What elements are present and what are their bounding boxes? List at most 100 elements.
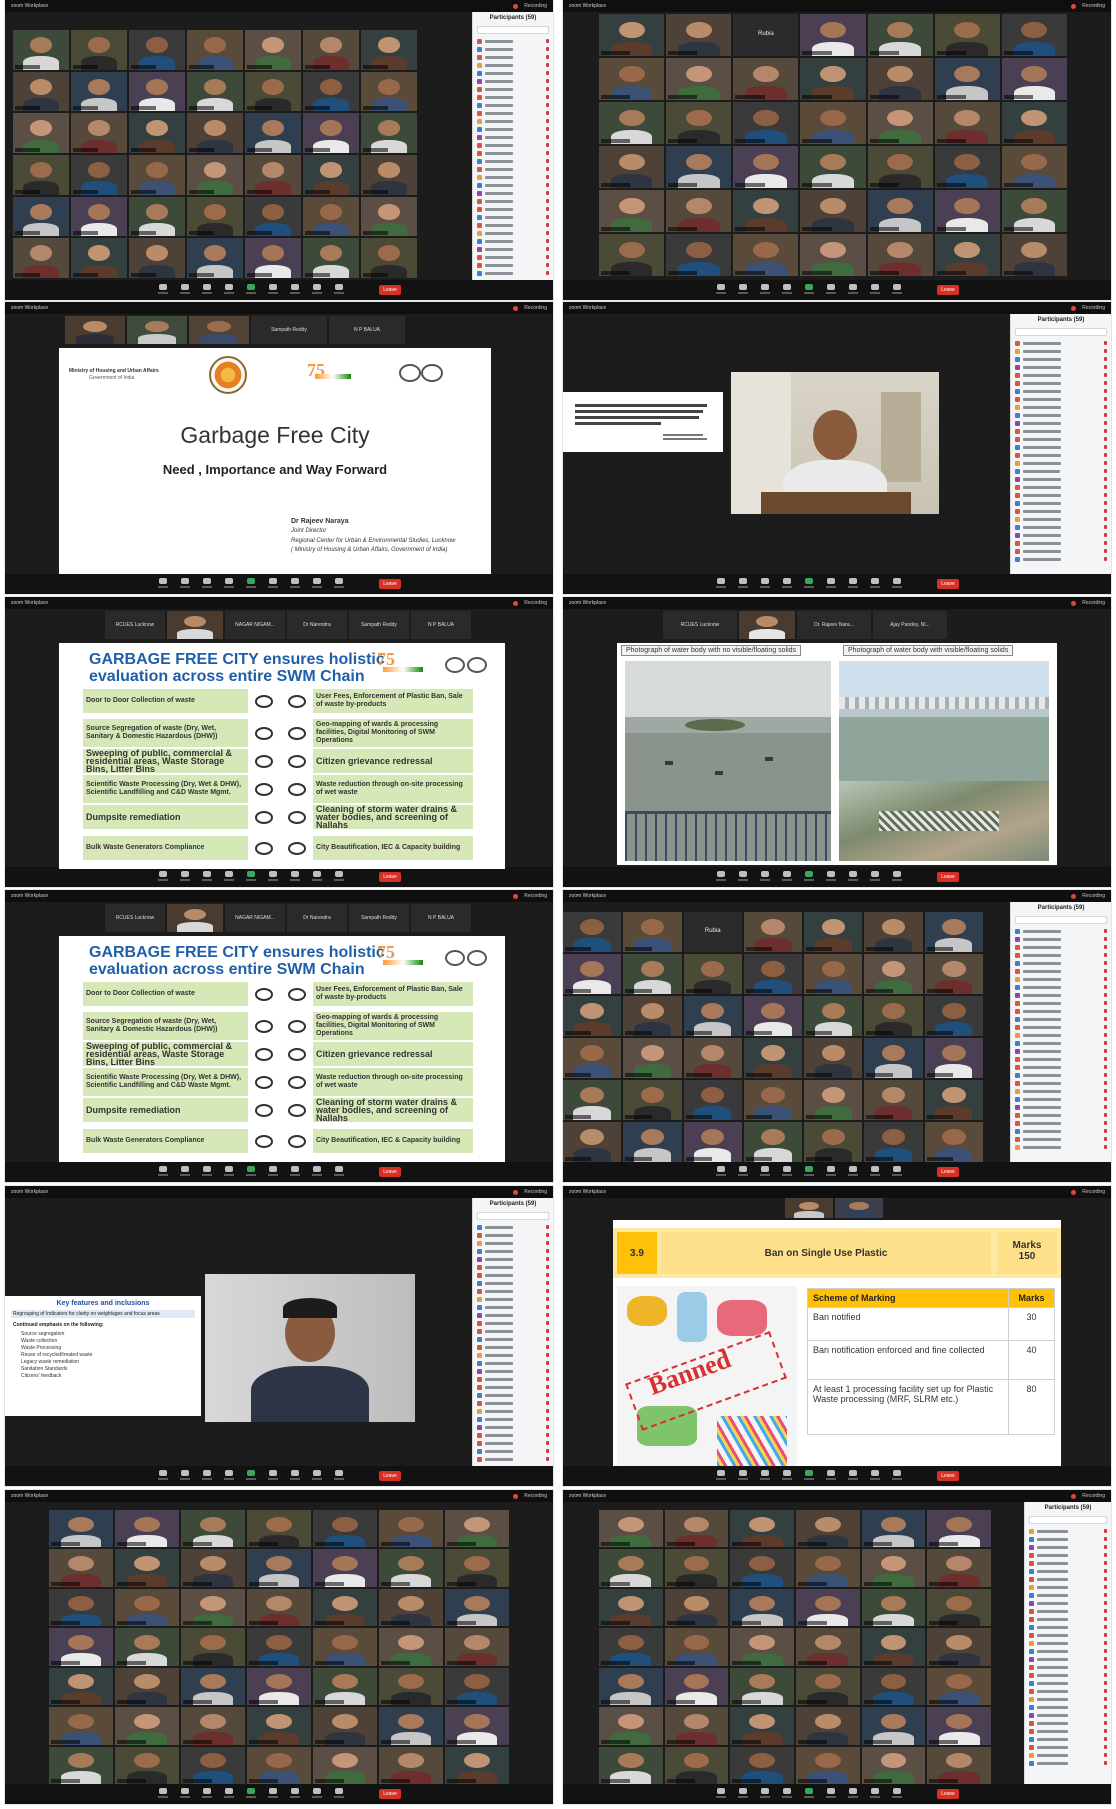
- participant-video-tile[interactable]: [733, 234, 799, 276]
- participant-video-tile[interactable]: [379, 1707, 443, 1745]
- participant-row[interactable]: [1011, 943, 1111, 951]
- participant-video-tile[interactable]: [187, 71, 243, 112]
- leave-button[interactable]: Leave: [937, 1471, 959, 1481]
- participant-row[interactable]: [1025, 1727, 1111, 1735]
- participant-video-tile[interactable]: [927, 1628, 991, 1666]
- participant-video-tile[interactable]: [563, 954, 622, 994]
- participant-video-tile[interactable]: [445, 1510, 509, 1548]
- participant-row[interactable]: [1011, 959, 1111, 967]
- participant-video-tile[interactable]: [71, 238, 127, 278]
- microphone-icon[interactable]: [715, 871, 727, 883]
- participant-row[interactable]: [473, 1343, 553, 1351]
- participant-video-tile[interactable]: [245, 71, 301, 112]
- share-screen-icon[interactable]: [245, 1166, 257, 1178]
- participant-video-tile[interactable]: [599, 1588, 663, 1627]
- participant-video-tile[interactable]: [800, 58, 866, 100]
- participant-row[interactable]: [1025, 1591, 1111, 1599]
- participant-video-tile[interactable]: Rubia: [683, 912, 742, 952]
- participant-row[interactable]: [1011, 1047, 1111, 1055]
- chat-icon[interactable]: [781, 284, 793, 296]
- participant-video-tile[interactable]: [313, 1667, 377, 1706]
- participant-video-tile[interactable]: [664, 1628, 729, 1666]
- participant-video-tile[interactable]: [934, 234, 1000, 276]
- share-screen-icon[interactable]: [803, 578, 815, 590]
- participant-video-tile[interactable]: [623, 912, 682, 952]
- participant-row[interactable]: [1011, 347, 1111, 355]
- participant-video-tile[interactable]: [129, 113, 185, 153]
- microphone-icon[interactable]: [157, 871, 169, 883]
- participants-icon[interactable]: [759, 1788, 771, 1800]
- participant-row[interactable]: [1011, 983, 1111, 991]
- participant-row[interactable]: [1025, 1543, 1111, 1551]
- participant-row[interactable]: [473, 237, 553, 245]
- participant-row[interactable]: [1011, 1063, 1111, 1071]
- participant-video-tile[interactable]: [927, 1746, 991, 1784]
- chat-icon[interactable]: [223, 284, 235, 296]
- participant-video-tile[interactable]: [623, 996, 682, 1036]
- participant-video-tile[interactable]: [181, 1549, 245, 1587]
- participants-icon[interactable]: [201, 578, 213, 590]
- share-screen-icon[interactable]: [245, 1788, 257, 1800]
- participant-row[interactable]: [473, 1399, 553, 1407]
- participant-row[interactable]: [473, 1415, 553, 1423]
- participant-video-tile[interactable]: [666, 146, 732, 188]
- participant-row[interactable]: [1025, 1663, 1111, 1671]
- participant-row[interactable]: [1011, 1079, 1111, 1087]
- participant-video-tile[interactable]: [683, 1038, 742, 1078]
- participant-row[interactable]: [473, 1287, 553, 1295]
- participant-video-tile[interactable]: [1001, 58, 1067, 100]
- participant-video-tile[interactable]: [187, 113, 243, 153]
- recording-indicator[interactable]: Recording: [1071, 1493, 1105, 1499]
- participant-video-tile[interactable]: [666, 58, 732, 100]
- participant-row[interactable]: [1011, 991, 1111, 999]
- participant-video-tile[interactable]: [804, 954, 863, 994]
- participant-row[interactable]: [1011, 1095, 1111, 1103]
- participant-video-tile[interactable]: [379, 1628, 443, 1666]
- participant-video-tile[interactable]: [1001, 234, 1067, 276]
- participant-row[interactable]: [1025, 1535, 1111, 1543]
- more-icon[interactable]: [891, 1470, 903, 1482]
- participant-row[interactable]: [1025, 1631, 1111, 1639]
- participant-video-tile[interactable]: [861, 1588, 926, 1627]
- participant-video-tile[interactable]: [867, 146, 933, 188]
- participant-video-tile[interactable]: [861, 1667, 926, 1706]
- participant-video-tile[interactable]: [664, 1667, 729, 1706]
- participant-row[interactable]: [1025, 1575, 1111, 1583]
- participant-video-tile[interactable]: [181, 1628, 245, 1666]
- recording-indicator[interactable]: Recording: [1071, 893, 1105, 899]
- participant-video-tile[interactable]: [743, 1080, 803, 1120]
- participant-row[interactable]: [473, 181, 553, 189]
- participant-video-tile[interactable]: [861, 1510, 926, 1548]
- participant-row[interactable]: [473, 1391, 553, 1399]
- participant-row[interactable]: [473, 1223, 553, 1231]
- reactions-icon[interactable]: [289, 284, 301, 296]
- recording-indicator[interactable]: Recording: [513, 893, 547, 899]
- participant-video-tile[interactable]: [664, 1549, 729, 1587]
- microphone-icon[interactable]: [715, 284, 727, 296]
- share-screen-icon[interactable]: [803, 284, 815, 296]
- participant-row[interactable]: [1025, 1559, 1111, 1567]
- participant-video-tile[interactable]: [864, 996, 923, 1036]
- participant-video-tile[interactable]: [303, 113, 359, 153]
- participant-video-tile[interactable]: [867, 102, 933, 144]
- participant-video-tile[interactable]: [49, 1510, 113, 1548]
- participant-video-tile[interactable]: [599, 1510, 663, 1548]
- participant-row[interactable]: [1011, 451, 1111, 459]
- participant-video-tile[interactable]: [1001, 146, 1067, 188]
- more-icon[interactable]: [333, 284, 345, 296]
- participant-video-tile[interactable]: [867, 190, 933, 232]
- participant-video-tile[interactable]: [115, 1746, 179, 1784]
- participant-row[interactable]: [1011, 363, 1111, 371]
- participant-row[interactable]: [1011, 1007, 1111, 1015]
- participant-video-tile[interactable]: [115, 1628, 179, 1666]
- share-screen-icon[interactable]: [245, 871, 257, 883]
- participant-row[interactable]: [1011, 1111, 1111, 1119]
- more-icon[interactable]: [333, 1788, 345, 1800]
- record-icon[interactable]: [267, 1470, 279, 1482]
- participant-video-tile[interactable]: [313, 1707, 377, 1745]
- leave-button[interactable]: Leave: [937, 1167, 959, 1177]
- microphone-icon[interactable]: [157, 284, 169, 296]
- record-icon[interactable]: [825, 1166, 837, 1178]
- participant-video-tile[interactable]: [563, 996, 622, 1036]
- participant-video-tile[interactable]: [730, 1628, 794, 1666]
